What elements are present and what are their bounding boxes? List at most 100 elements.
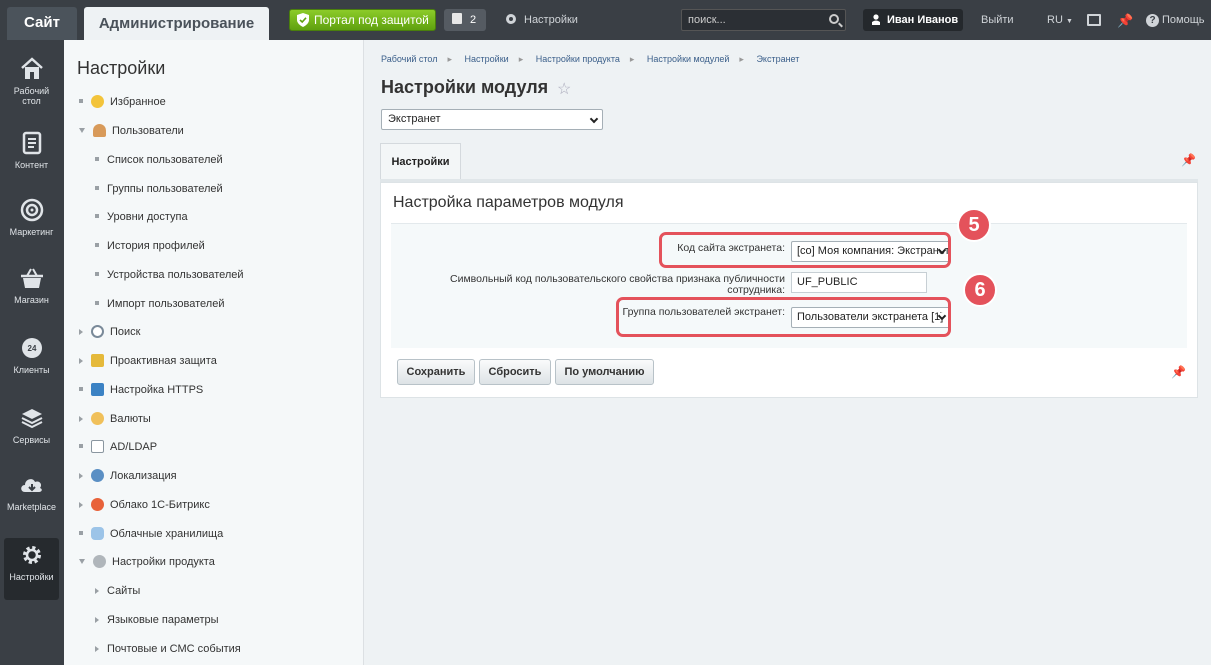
panel-toggle-icon[interactable]	[1087, 14, 1101, 26]
menu-item-label: Список пользователей	[107, 154, 223, 166]
clients-24-icon: 24	[21, 338, 42, 358]
nav-marketplace[interactable]: Marketplace	[4, 468, 59, 530]
tab-administration[interactable]: Администрирование	[84, 7, 269, 40]
menu-item-label: Группы пользователей	[107, 183, 223, 195]
currency-icon	[91, 412, 104, 425]
language-selector[interactable]: RU ▼	[1047, 9, 1073, 33]
top-settings-label: Настройки	[524, 14, 578, 26]
bullet-icon	[95, 157, 99, 161]
bullet-icon	[79, 444, 83, 448]
chevron-down-icon	[589, 114, 599, 124]
menu-item-label: Настройки продукта	[112, 556, 215, 568]
pin-icon[interactable]: 📌	[1171, 365, 1186, 379]
menu-item-label: Почтовые и СМС события	[107, 643, 241, 655]
menu-item-language-params[interactable]: Языковые параметры	[95, 612, 219, 628]
breadcrumb-item[interactable]: Настройки модулей	[647, 54, 729, 64]
breadcrumb: Рабочий стол ▸ Настройки ▸ Настройки проду…	[381, 54, 805, 65]
menu-item-localization[interactable]: Локализация	[79, 468, 177, 484]
menu-item-sites[interactable]: Сайты	[95, 583, 140, 599]
menu-item-product-settings[interactable]: Настройки продукта	[79, 554, 215, 570]
chevron-right-icon	[95, 617, 99, 623]
document-icon	[22, 131, 41, 155]
menu-item-user-devices[interactable]: Устройства пользователей	[95, 267, 244, 283]
tab-site[interactable]: Сайт	[7, 7, 77, 40]
menu-item-https[interactable]: Настройка HTTPS	[79, 382, 203, 398]
menu-item-user-groups[interactable]: Группы пользователей	[95, 181, 223, 197]
default-button[interactable]: По умолчанию	[555, 359, 654, 385]
menu-item-ad-ldap[interactable]: AD/LDAP	[79, 439, 157, 455]
highlight-group	[616, 297, 951, 337]
menu-item-label: Сайты	[107, 585, 141, 597]
notifications-button[interactable]: 2	[444, 9, 486, 31]
nav-marketing[interactable]: Маркетинг	[4, 193, 59, 255]
portal-protected-button[interactable]: Портал под защитой	[289, 9, 436, 31]
portal-button-label: Портал под защитой	[314, 13, 429, 27]
gear-icon	[506, 14, 516, 24]
menu-item-user-import[interactable]: Импорт пользователей	[95, 296, 224, 312]
menu-item-label: Валюты	[110, 413, 151, 425]
menu-item-profile-history[interactable]: История профилей	[95, 238, 205, 254]
menu-item-favorites[interactable]: Избранное	[79, 94, 166, 110]
https-lock-icon	[91, 383, 104, 396]
tab-settings[interactable]: Настройки	[380, 143, 461, 180]
breadcrumb-item[interactable]: Экстранет	[756, 54, 799, 64]
favorite-star-icon[interactable]: ☆	[557, 79, 571, 99]
menu-item-label: Проактивная защита	[110, 355, 217, 367]
help-link[interactable]: ? Помощь	[1146, 9, 1205, 31]
nav-services-label: Сервисы	[12, 435, 51, 445]
pin-icon[interactable]: 📌	[1117, 13, 1133, 29]
search-icon[interactable]	[829, 14, 839, 24]
user-menu-button[interactable]: Иван Иванов	[863, 9, 963, 31]
help-icon: ?	[1146, 14, 1159, 27]
menu-item-label: Избранное	[110, 96, 166, 108]
lock-icon	[91, 354, 104, 367]
callout-badge-5: 5	[957, 208, 991, 242]
module-select[interactable]: Экстранет	[381, 109, 603, 130]
nav-shop-label: Магазин	[14, 295, 49, 305]
menu-item-access-levels[interactable]: Уровни доступа	[95, 209, 188, 225]
reset-button[interactable]: Сбросить	[479, 359, 551, 385]
menu-item-cloud-storage[interactable]: Облачные хранилища	[79, 526, 223, 542]
menu-item-proactive-protection[interactable]: Проактивная защита	[79, 353, 217, 369]
menu-item-label: Настройка HTTPS	[110, 384, 204, 396]
bullet-icon	[79, 387, 83, 391]
bullet-icon	[95, 243, 99, 247]
logout-link[interactable]: Выйти	[981, 9, 1014, 31]
breadcrumb-item[interactable]: Настройки	[465, 54, 509, 64]
public-prop-label: Символьный код пользовательского свойств…	[411, 274, 785, 296]
save-button[interactable]: Сохранить	[397, 359, 475, 385]
settings-panel: Настройка параметров модуля Код сайта эк…	[380, 182, 1198, 398]
menu-item-mail-sms-events[interactable]: Почтовые и СМС события	[95, 641, 241, 657]
top-bar: Сайт Администрирование Портал под защито…	[0, 0, 1211, 40]
svg-text:24: 24	[27, 344, 36, 353]
nav-content[interactable]: Контент	[4, 126, 59, 188]
nav-services[interactable]: Сервисы	[4, 401, 59, 463]
breadcrumb-item[interactable]: Настройки продукта	[536, 54, 620, 64]
nav-shop[interactable]: Магазин	[4, 261, 59, 323]
menu-item-currencies[interactable]: Валюты	[79, 411, 151, 427]
pin-icon[interactable]: 📌	[1181, 153, 1196, 167]
menu-item-user-list[interactable]: Список пользователей	[95, 152, 223, 168]
menu-item-label: Поиск	[110, 326, 141, 338]
menu-item-users[interactable]: Пользователи	[79, 123, 184, 139]
nav-clients[interactable]: 24 Клиенты	[4, 331, 59, 393]
menu-item-search[interactable]: Поиск	[79, 324, 140, 340]
breadcrumb-item[interactable]: Рабочий стол	[381, 54, 438, 64]
nav-desktop[interactable]: Рабочий стол	[4, 52, 59, 114]
target-icon	[20, 198, 43, 222]
public-prop-input[interactable]: UF_PUBLIC	[791, 272, 927, 293]
top-settings-link[interactable]: Настройки	[506, 9, 578, 31]
chevron-down-icon: ▼	[1065, 18, 1073, 25]
chevron-right-icon	[79, 502, 83, 508]
page-title: Настройки модуля	[381, 77, 549, 97]
chevron-right-icon	[95, 588, 99, 594]
nav-desktop-label: Рабочий стол	[13, 86, 50, 106]
menu-item-label: Облачные хранилища	[110, 528, 224, 540]
nav-settings[interactable]: Настройки	[4, 538, 59, 600]
breadcrumb-separator-icon: ▸	[518, 54, 524, 64]
cloud-icon	[91, 498, 104, 511]
bullet-icon	[95, 272, 99, 276]
menu-item-bitrix-cloud[interactable]: Облако 1С-Битрикс	[79, 497, 210, 513]
search-input[interactable]: поиск...	[681, 9, 846, 31]
star-icon	[91, 95, 104, 108]
